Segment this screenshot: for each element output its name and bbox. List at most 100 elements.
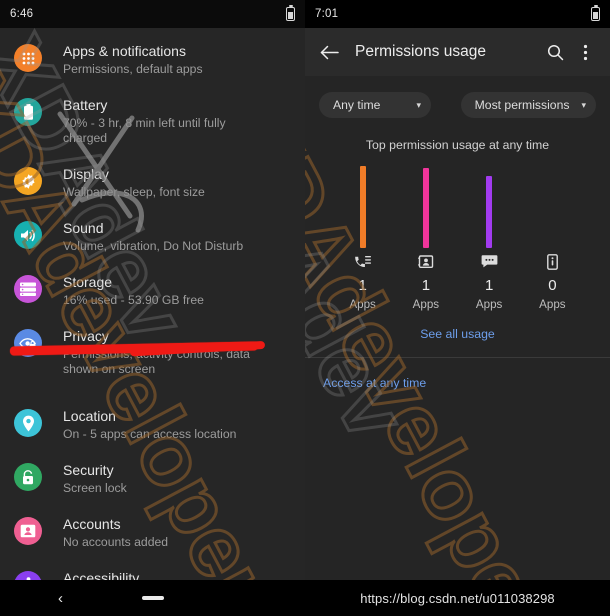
permission-usage-chart: Top permission usage at any time 1 Apps … bbox=[305, 128, 610, 357]
more-vert-icon[interactable] bbox=[570, 44, 600, 61]
settings-row-text: Location On - 5 apps can access location bbox=[63, 406, 236, 442]
settings-row-subtitle: No accounts added bbox=[63, 535, 169, 549]
settings-row-subtitle: 70% - 3 hr, 8 min left until fully charg… bbox=[63, 116, 226, 145]
settings-row-subtitle: 16% used - 53.90 GB free bbox=[63, 293, 204, 307]
url-watermark-text: https://blog.csdn.net/u011038298 bbox=[360, 590, 555, 606]
right-status-bar: 7:01 bbox=[305, 0, 610, 28]
settings-row-subtitle: Wallpaper, sleep, font size bbox=[63, 185, 205, 199]
count-value: 0 bbox=[548, 277, 557, 294]
status-clock: 7:01 bbox=[315, 8, 339, 20]
bar-cell-sms[interactable] bbox=[458, 152, 521, 248]
settings-row-text: Storage 16% used - 53.90 GB free bbox=[63, 272, 204, 308]
settings-list: Apps & notifications Permissions, defaul… bbox=[0, 28, 305, 616]
chevron-down-icon: ▾ bbox=[581, 99, 586, 110]
settings-row-subtitle: On - 5 apps can access location bbox=[63, 427, 237, 441]
bar-cell-contacts[interactable] bbox=[394, 152, 457, 248]
settings-row-text: Sound Volume, vibration, Do Not Disturb bbox=[63, 218, 243, 254]
settings-row-title: Storage bbox=[63, 274, 113, 290]
left-navigation-bar: ‹ bbox=[0, 580, 305, 616]
settings-row-title: Location bbox=[63, 408, 116, 424]
nav-back-button[interactable]: ‹ bbox=[58, 590, 63, 607]
settings-row-apps-notifications[interactable]: Apps & notifications Permissions, defaul… bbox=[0, 32, 305, 86]
count-unit: Apps bbox=[349, 298, 376, 311]
count-cell-contacts: 1 Apps bbox=[394, 276, 457, 313]
settings-row-display[interactable]: Display Wallpaper, sleep, font size bbox=[0, 155, 305, 209]
count-unit: Apps bbox=[539, 298, 566, 311]
dual-screenshot: Bluetooth, NFC 6:46 Apps & notifications… bbox=[0, 0, 610, 616]
lock-icon bbox=[14, 463, 42, 491]
settings-row-title: Display bbox=[63, 166, 109, 182]
battery-full-icon bbox=[14, 98, 42, 126]
brightness-icon bbox=[14, 167, 42, 195]
page-title: Permissions usage bbox=[355, 43, 486, 60]
settings-row-title: Sound bbox=[63, 220, 104, 236]
url-watermark: https://blog.csdn.net/u011038298 bbox=[305, 580, 610, 616]
settings-row-subtitle: Permissions, default apps bbox=[63, 62, 203, 76]
filter-chips: Any time ▾ Most permissions ▾ bbox=[305, 76, 610, 128]
time-filter-dropdown[interactable]: Any time ▾ bbox=[319, 92, 431, 118]
sort-filter-label: Most permissions bbox=[474, 98, 570, 112]
search-icon[interactable] bbox=[540, 44, 570, 61]
count-value: 1 bbox=[421, 277, 431, 294]
count-value: 1 bbox=[358, 277, 367, 294]
time-filter-label: Any time bbox=[333, 98, 381, 112]
back-arrow-icon[interactable] bbox=[315, 45, 343, 60]
settings-row-subtitle: Screen lock bbox=[63, 481, 127, 495]
account-card-icon bbox=[14, 517, 42, 545]
app-bar: Permissions usage bbox=[305, 28, 610, 76]
settings-row-subtitle: Volume, vibration, Do Not Disturb bbox=[63, 239, 244, 253]
settings-row-text: Accounts No accounts added bbox=[63, 514, 168, 550]
count-unit: Apps bbox=[475, 298, 503, 311]
right-phone-permissions-usage-screen: 7:01 Permissions usage Any time ▾ Most p… bbox=[305, 0, 610, 616]
bar-sms bbox=[486, 176, 493, 248]
chart-bars bbox=[305, 152, 610, 248]
count-cell-call-logs: 1 Apps bbox=[331, 276, 394, 313]
sort-filter-dropdown[interactable]: Most permissions ▾ bbox=[460, 92, 596, 118]
bar-call-logs bbox=[359, 166, 366, 248]
settings-row-title: Security bbox=[63, 462, 114, 478]
location-pin-icon bbox=[14, 409, 42, 437]
contacts-icon bbox=[417, 255, 434, 269]
call-log-icon bbox=[355, 256, 372, 267]
battery-icon bbox=[591, 5, 600, 21]
settings-row-location[interactable]: Location On - 5 apps can access location bbox=[0, 386, 305, 451]
chevron-down-icon: ▾ bbox=[416, 99, 421, 110]
contacts-icon-wrap bbox=[394, 254, 457, 270]
settings-row-battery[interactable]: Battery 70% - 3 hr, 8 min left until ful… bbox=[0, 86, 305, 155]
count-cell-sms: 1 Apps bbox=[458, 276, 521, 313]
see-all-usage-link[interactable]: See all usage bbox=[305, 313, 610, 357]
settings-row-title: Battery bbox=[63, 97, 108, 113]
left-status-bar: 6:46 bbox=[0, 0, 305, 28]
sms-icon bbox=[481, 255, 498, 268]
settings-row-title: Accounts bbox=[63, 516, 121, 532]
settings-row-sound[interactable]: Sound Volume, vibration, Do Not Disturb bbox=[0, 209, 305, 263]
access-at-any-time-link[interactable]: Access at any time bbox=[305, 358, 610, 392]
phone-info-icon bbox=[546, 254, 558, 270]
left-phone-settings-screen: Bluetooth, NFC 6:46 Apps & notifications… bbox=[0, 0, 305, 616]
phone-info-icon-wrap bbox=[521, 254, 584, 270]
chart-legend-icons bbox=[305, 248, 610, 270]
settings-row-text: Display Wallpaper, sleep, font size bbox=[63, 164, 205, 200]
settings-row-accounts[interactable]: Accounts No accounts added bbox=[0, 505, 305, 559]
bar-cell-phone[interactable] bbox=[521, 152, 584, 248]
bar-cell-call-logs[interactable] bbox=[331, 152, 394, 248]
settings-row-security[interactable]: Security Screen lock bbox=[0, 451, 305, 505]
see-all-usage-label: See all usage bbox=[420, 327, 495, 341]
nav-home-pill[interactable] bbox=[141, 596, 164, 600]
settings-row-title: Apps & notifications bbox=[63, 43, 186, 59]
call-log-icon-wrap bbox=[331, 254, 394, 270]
speaker-icon bbox=[14, 221, 42, 249]
apps-grid-icon bbox=[14, 44, 42, 72]
storage-icon bbox=[14, 275, 42, 303]
count-value: 1 bbox=[484, 277, 494, 294]
chart-title: Top permission usage at any time bbox=[365, 138, 550, 152]
status-clock: 6:46 bbox=[10, 8, 34, 20]
count-unit: Apps bbox=[412, 298, 440, 311]
settings-row-text: Apps & notifications Permissions, defaul… bbox=[63, 41, 203, 77]
settings-row-text: Battery 70% - 3 hr, 8 min left until ful… bbox=[63, 95, 268, 146]
settings-row-storage[interactable]: Storage 16% used - 53.90 GB free bbox=[0, 263, 305, 317]
access-at-any-time-label: Access at any time bbox=[323, 376, 427, 390]
count-cell-phone: 0 Apps bbox=[521, 276, 584, 313]
chart-value-labels: 1 Apps 1 Apps 1 Apps 0 Apps bbox=[305, 270, 610, 313]
settings-row-text: Security Screen lock bbox=[63, 460, 127, 496]
